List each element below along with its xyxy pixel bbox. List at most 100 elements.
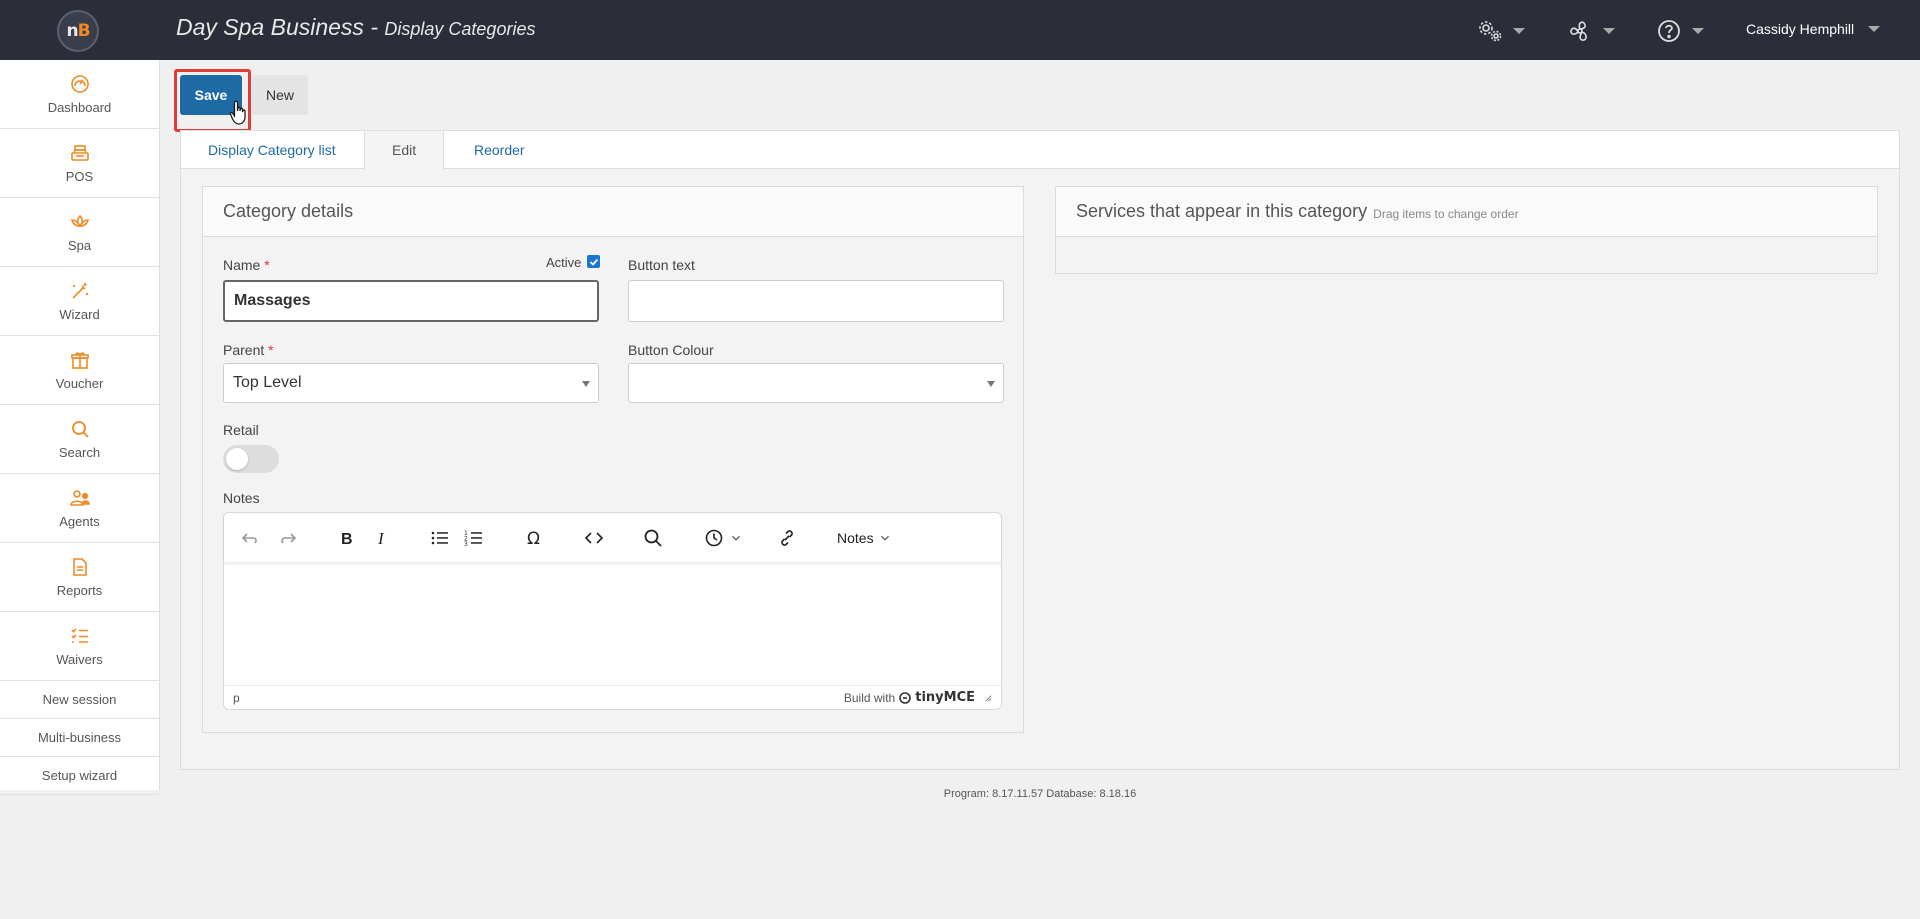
sidebar-item-label: Dashboard [47, 99, 112, 115]
chevron-down-icon [1603, 28, 1615, 34]
magic-wand-icon [71, 282, 88, 299]
undo-icon [241, 533, 257, 544]
active-checkbox[interactable] [587, 255, 600, 268]
sidebar-item-label: Voucher [55, 375, 104, 391]
brand-prefix: Build with [843, 690, 896, 705]
sidebar-item-spa[interactable]: Spa [0, 198, 159, 267]
sidebar-item-label: Spa [67, 237, 92, 253]
sidebar-item-label: Waivers [56, 651, 103, 667]
button-colour-select[interactable] [628, 363, 1004, 403]
required-mark: * [268, 342, 274, 358]
sidebar-item-waivers[interactable]: Waivers [0, 612, 159, 681]
business-name: Day Spa Business [176, 14, 364, 40]
sidebar-link-multi-business[interactable]: Multi-business [0, 719, 159, 757]
redo-button[interactable] [277, 526, 297, 550]
logo-letter-n: n [66, 21, 78, 41]
tinymce-branding[interactable]: Build with tinyMCE [844, 690, 992, 705]
tab-display-category-list[interactable]: Display Category list [181, 131, 363, 169]
chevron-down-icon [880, 535, 889, 541]
top-bar: nB Day Spa Business - Display Categories… [0, 0, 1920, 60]
user-name: Cassidy Hemphill [1746, 21, 1855, 37]
settings-gears-icon [1479, 21, 1502, 42]
sidebar-item-dashboard[interactable]: Dashboard [0, 60, 159, 129]
checklist-icon [70, 627, 88, 643]
sidebar-item-label: POS [65, 168, 94, 184]
tab-reorder[interactable]: Reorder [447, 131, 552, 169]
help-menu[interactable] [1656, 18, 1704, 44]
undo-button[interactable] [241, 526, 261, 550]
services-card: Services that appear in this category Dr… [1055, 186, 1878, 274]
parent-select[interactable]: Top Level [223, 363, 599, 403]
button-colour-label: Button Colour [628, 342, 714, 358]
agents-icon [69, 489, 90, 506]
sidebar-item-reports[interactable]: Reports [0, 543, 159, 612]
bullet-list-icon [431, 531, 448, 545]
tinymce-logo-icon [899, 691, 912, 704]
italic-icon: I [377, 529, 385, 548]
name-label: Name * [223, 257, 270, 273]
styles-dropdown[interactable]: Notes [837, 526, 891, 550]
svg-text:I: I [377, 529, 385, 548]
name-input[interactable]: Massages [223, 280, 599, 322]
editor-statusbar: p Build with tinyMCE [224, 685, 1001, 709]
parent-selected-value: Top Level [233, 374, 302, 391]
services-list[interactable] [1056, 237, 1877, 273]
lotus-icon [70, 214, 89, 227]
sidebar-item-voucher[interactable]: Voucher [0, 336, 159, 405]
notes-editor: B I 123 Ω Notes p Build with tinyMCE [223, 512, 1002, 710]
report-icon [72, 557, 87, 576]
sidebar-item-agents[interactable]: Agents [0, 474, 159, 543]
search-icon [644, 529, 662, 547]
tab-edit[interactable]: Edit [364, 131, 445, 170]
settings-menu[interactable] [1477, 18, 1525, 44]
category-details-card: Category details Name * Active Massages … [202, 186, 1024, 733]
sidebar-item-label: Wizard [59, 306, 100, 322]
hand-cursor-icon [229, 100, 246, 125]
sidebar-item-pos[interactable]: POS [0, 129, 159, 198]
dashboard-icon [70, 74, 89, 93]
link-button[interactable] [777, 526, 797, 550]
insert-datetime-button[interactable] [701, 526, 745, 550]
resize-handle-icon[interactable] [983, 693, 992, 702]
chevron-down-icon [1868, 26, 1881, 32]
user-menu[interactable]: Cassidy Hemphill [1746, 21, 1881, 37]
retail-toggle[interactable] [223, 445, 279, 473]
clock-icon [705, 529, 723, 547]
numbered-list-icon: 123 [464, 530, 482, 548]
parent-label: Parent * [223, 342, 274, 358]
sidebar-item-search[interactable]: Search [0, 405, 159, 474]
bullet-list-button[interactable] [430, 526, 450, 550]
tab-bar: Display Category list Edit Reorder [180, 130, 1900, 170]
special-character-button[interactable]: Ω [525, 526, 545, 550]
checkmark-icon [589, 258, 598, 266]
search-icon [71, 420, 89, 438]
button-text-input[interactable] [628, 280, 1004, 322]
find-button[interactable] [643, 526, 663, 550]
button-text-label: Button text [628, 257, 695, 273]
new-button[interactable]: New [252, 75, 308, 115]
chevron-down-icon [582, 381, 590, 387]
parent-label-text: Parent [223, 342, 265, 358]
bold-button[interactable]: B [336, 526, 356, 550]
name-label-text: Name [223, 257, 261, 273]
source-code-button[interactable] [584, 526, 604, 550]
chevron-down-icon [731, 535, 741, 541]
services-card-header: Services that appear in this category Dr… [1056, 187, 1877, 237]
sidebar-link-new-session[interactable]: New session [0, 681, 159, 719]
redo-icon [281, 533, 297, 544]
link-icon [781, 530, 793, 546]
numbered-list-button[interactable]: 123 [464, 526, 484, 550]
category-details-title: Category details [223, 201, 354, 221]
fan-menu[interactable] [1567, 18, 1615, 44]
brand-name: tinyMCE [915, 690, 975, 705]
element-path[interactable]: p [233, 691, 240, 705]
svg-text:3: 3 [464, 541, 468, 548]
app-logo[interactable]: nB [57, 10, 99, 52]
sidebar-item-wizard[interactable]: Wizard [0, 267, 159, 336]
editor-content-area[interactable] [224, 563, 1001, 683]
chevron-down-icon [987, 381, 995, 387]
styles-dropdown-label: Notes [837, 530, 874, 546]
title-separator: - [363, 14, 385, 40]
help-icon [1658, 20, 1680, 42]
italic-button[interactable]: I [371, 526, 391, 550]
